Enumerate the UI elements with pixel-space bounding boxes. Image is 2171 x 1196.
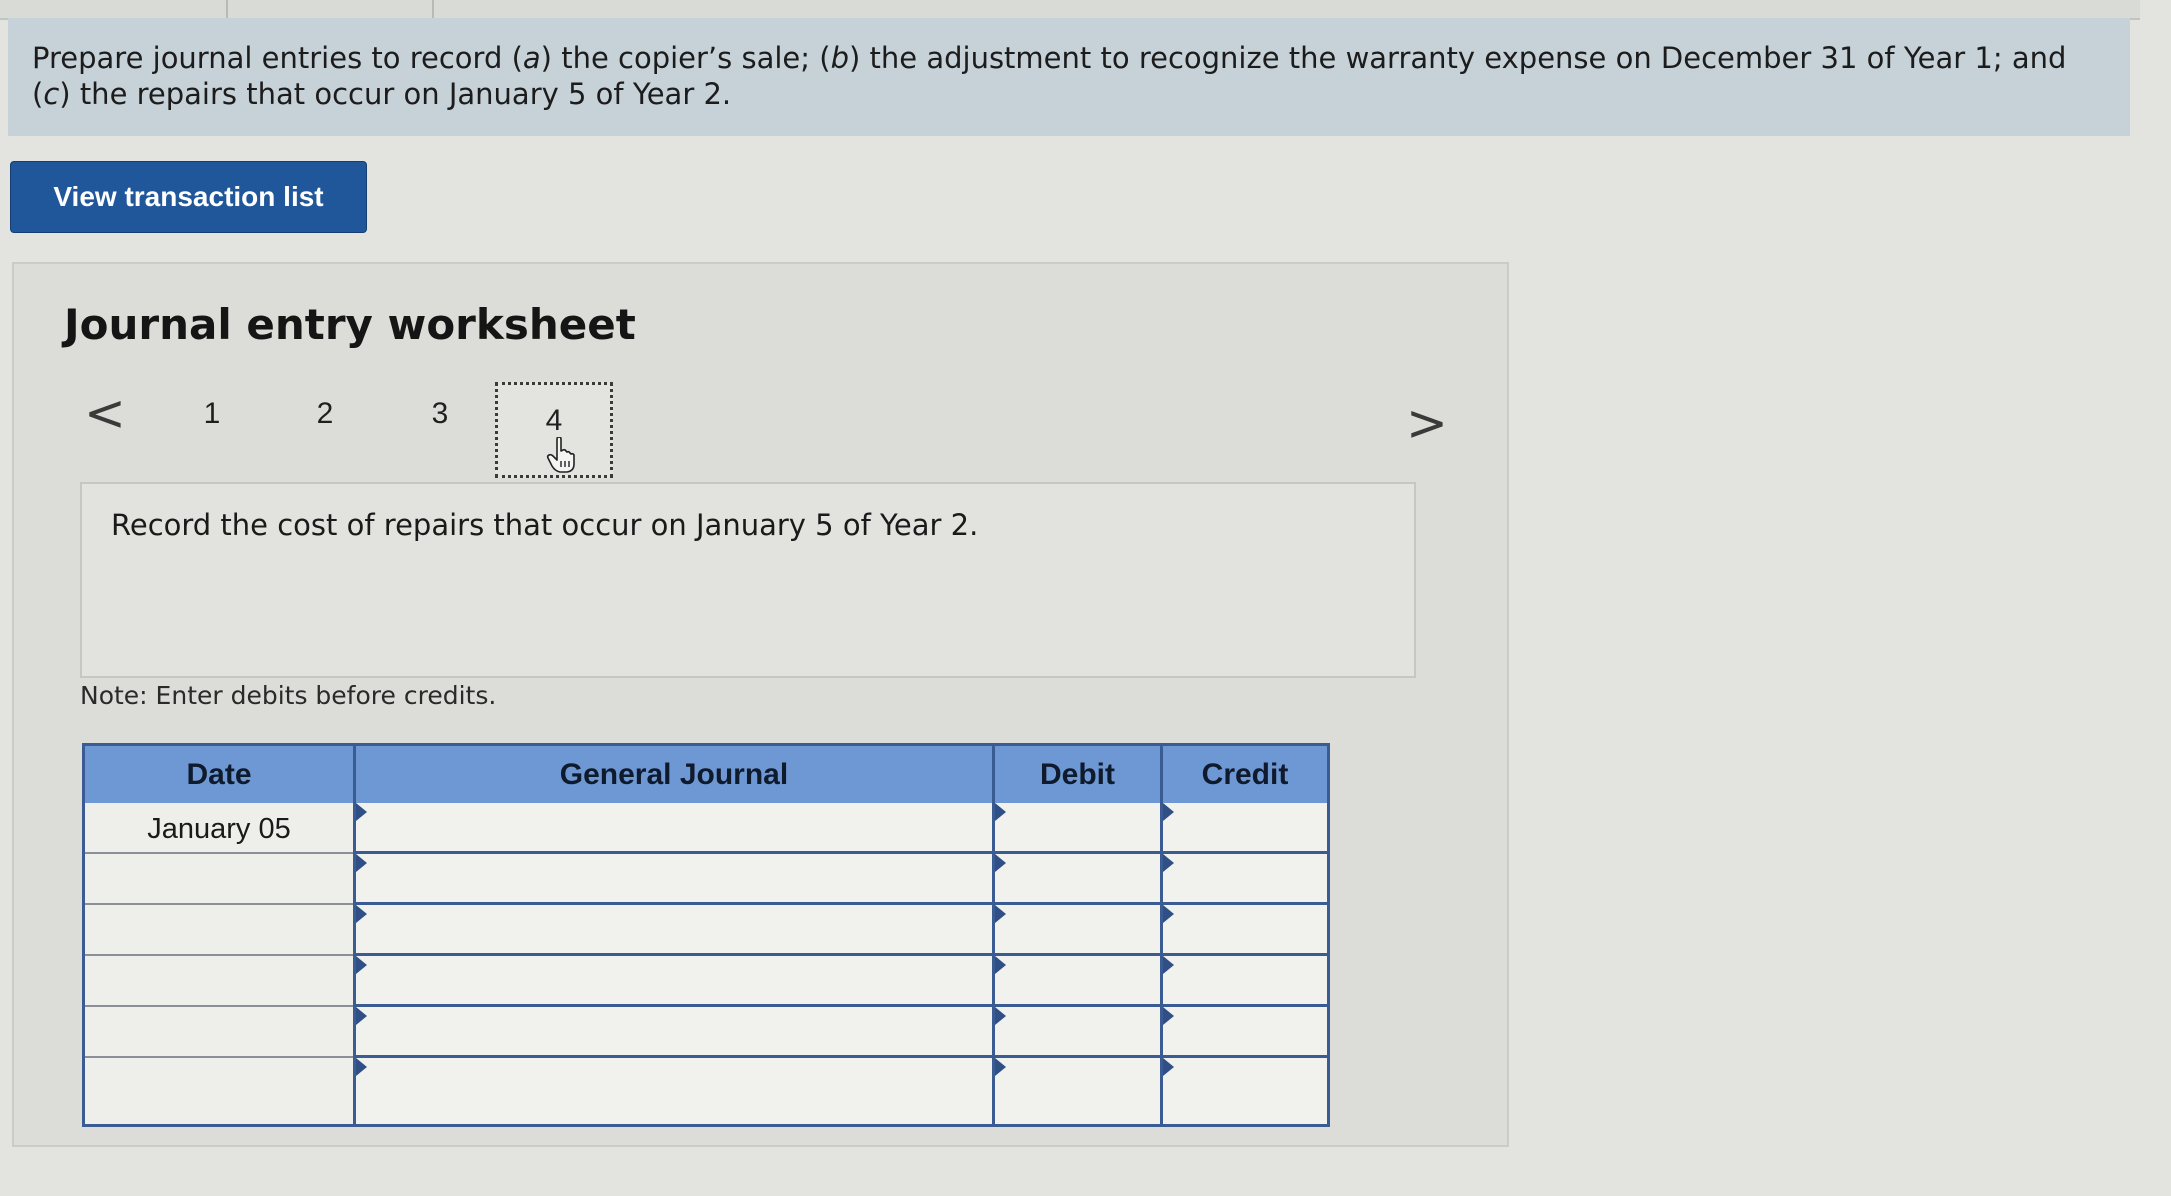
general-journal-table: Date General Journal Debit Credit Januar… (82, 743, 1330, 1127)
credit-input[interactable] (1163, 803, 1327, 854)
top-tab-strip (0, 0, 2140, 20)
header-date: Date (85, 746, 353, 803)
page-tab-3[interactable]: 3 (420, 397, 460, 431)
chevron-left-icon[interactable]: < (84, 388, 126, 438)
prompt-panel: Record the cost of repairs that occur on… (80, 482, 1416, 678)
row-marker-icon (356, 1007, 367, 1025)
page-tab-1[interactable]: 1 (192, 397, 232, 431)
tab-divider (432, 0, 434, 18)
page-tab-4-label: 4 (545, 404, 563, 437)
row-marker-icon (995, 803, 1006, 821)
column-divider (1160, 746, 1163, 1124)
row-marker-icon (1163, 956, 1174, 974)
credit-input[interactable] (1163, 905, 1327, 956)
debit-input[interactable] (995, 803, 1160, 854)
row-marker-icon (356, 854, 367, 872)
row-marker-icon (995, 1007, 1006, 1025)
column-divider (353, 746, 356, 1124)
page-tab-2[interactable]: 2 (305, 397, 345, 431)
account-input[interactable] (356, 803, 992, 854)
credit-input[interactable] (1163, 1007, 1327, 1058)
date-cell[interactable] (85, 854, 353, 905)
column-divider (992, 746, 995, 1124)
row-marker-icon (995, 1058, 1006, 1076)
debit-input[interactable] (995, 854, 1160, 905)
date-cell[interactable] (85, 1007, 353, 1058)
row-marker-icon (1163, 1058, 1174, 1076)
date-cell[interactable] (85, 1058, 353, 1124)
account-input[interactable] (356, 1007, 992, 1058)
debit-input[interactable] (995, 1007, 1160, 1058)
debit-input[interactable] (995, 905, 1160, 956)
header-credit: Credit (1163, 746, 1327, 803)
account-input[interactable] (356, 956, 992, 1007)
row-marker-icon (1163, 854, 1174, 872)
row-marker-icon (995, 854, 1006, 872)
prompt-text: Record the cost of repairs that occur on… (111, 508, 979, 542)
credit-input[interactable] (1163, 956, 1327, 1007)
date-cell: January 05 (85, 803, 353, 854)
date-cell[interactable] (85, 956, 353, 1007)
credit-input[interactable] (1163, 854, 1327, 905)
chevron-right-icon[interactable]: > (1406, 398, 1448, 448)
account-input[interactable] (356, 1058, 992, 1124)
tab-divider (226, 0, 228, 18)
row-marker-icon (356, 956, 367, 974)
header-debit: Debit (995, 746, 1160, 803)
row-marker-icon (1163, 1007, 1174, 1025)
header-general-journal: General Journal (356, 746, 992, 803)
worksheet-title: Journal entry worksheet (64, 300, 636, 349)
date-text: January 05 (147, 813, 291, 845)
account-input[interactable] (356, 905, 992, 956)
date-cell[interactable] (85, 905, 353, 956)
view-transaction-list-button[interactable]: View transaction list (10, 161, 367, 233)
debit-input[interactable] (995, 1058, 1160, 1124)
row-marker-icon (995, 905, 1006, 923)
account-input[interactable] (356, 854, 992, 905)
row-marker-icon (356, 803, 367, 821)
row-marker-icon (356, 905, 367, 923)
row-marker-icon (995, 956, 1006, 974)
entry-note: Note: Enter debits before credits. (80, 681, 497, 710)
row-marker-icon (356, 1058, 367, 1076)
hand-pointer-icon (546, 437, 575, 473)
debit-input[interactable] (995, 956, 1160, 1007)
row-marker-icon (1163, 803, 1174, 821)
page-tab-4-current[interactable]: 4 (495, 382, 613, 478)
instruction-text: Prepare journal entries to record (a) th… (32, 41, 2067, 111)
row-marker-icon (1163, 905, 1174, 923)
instruction-panel: Prepare journal entries to record (a) th… (8, 18, 2130, 136)
credit-input[interactable] (1163, 1058, 1327, 1124)
